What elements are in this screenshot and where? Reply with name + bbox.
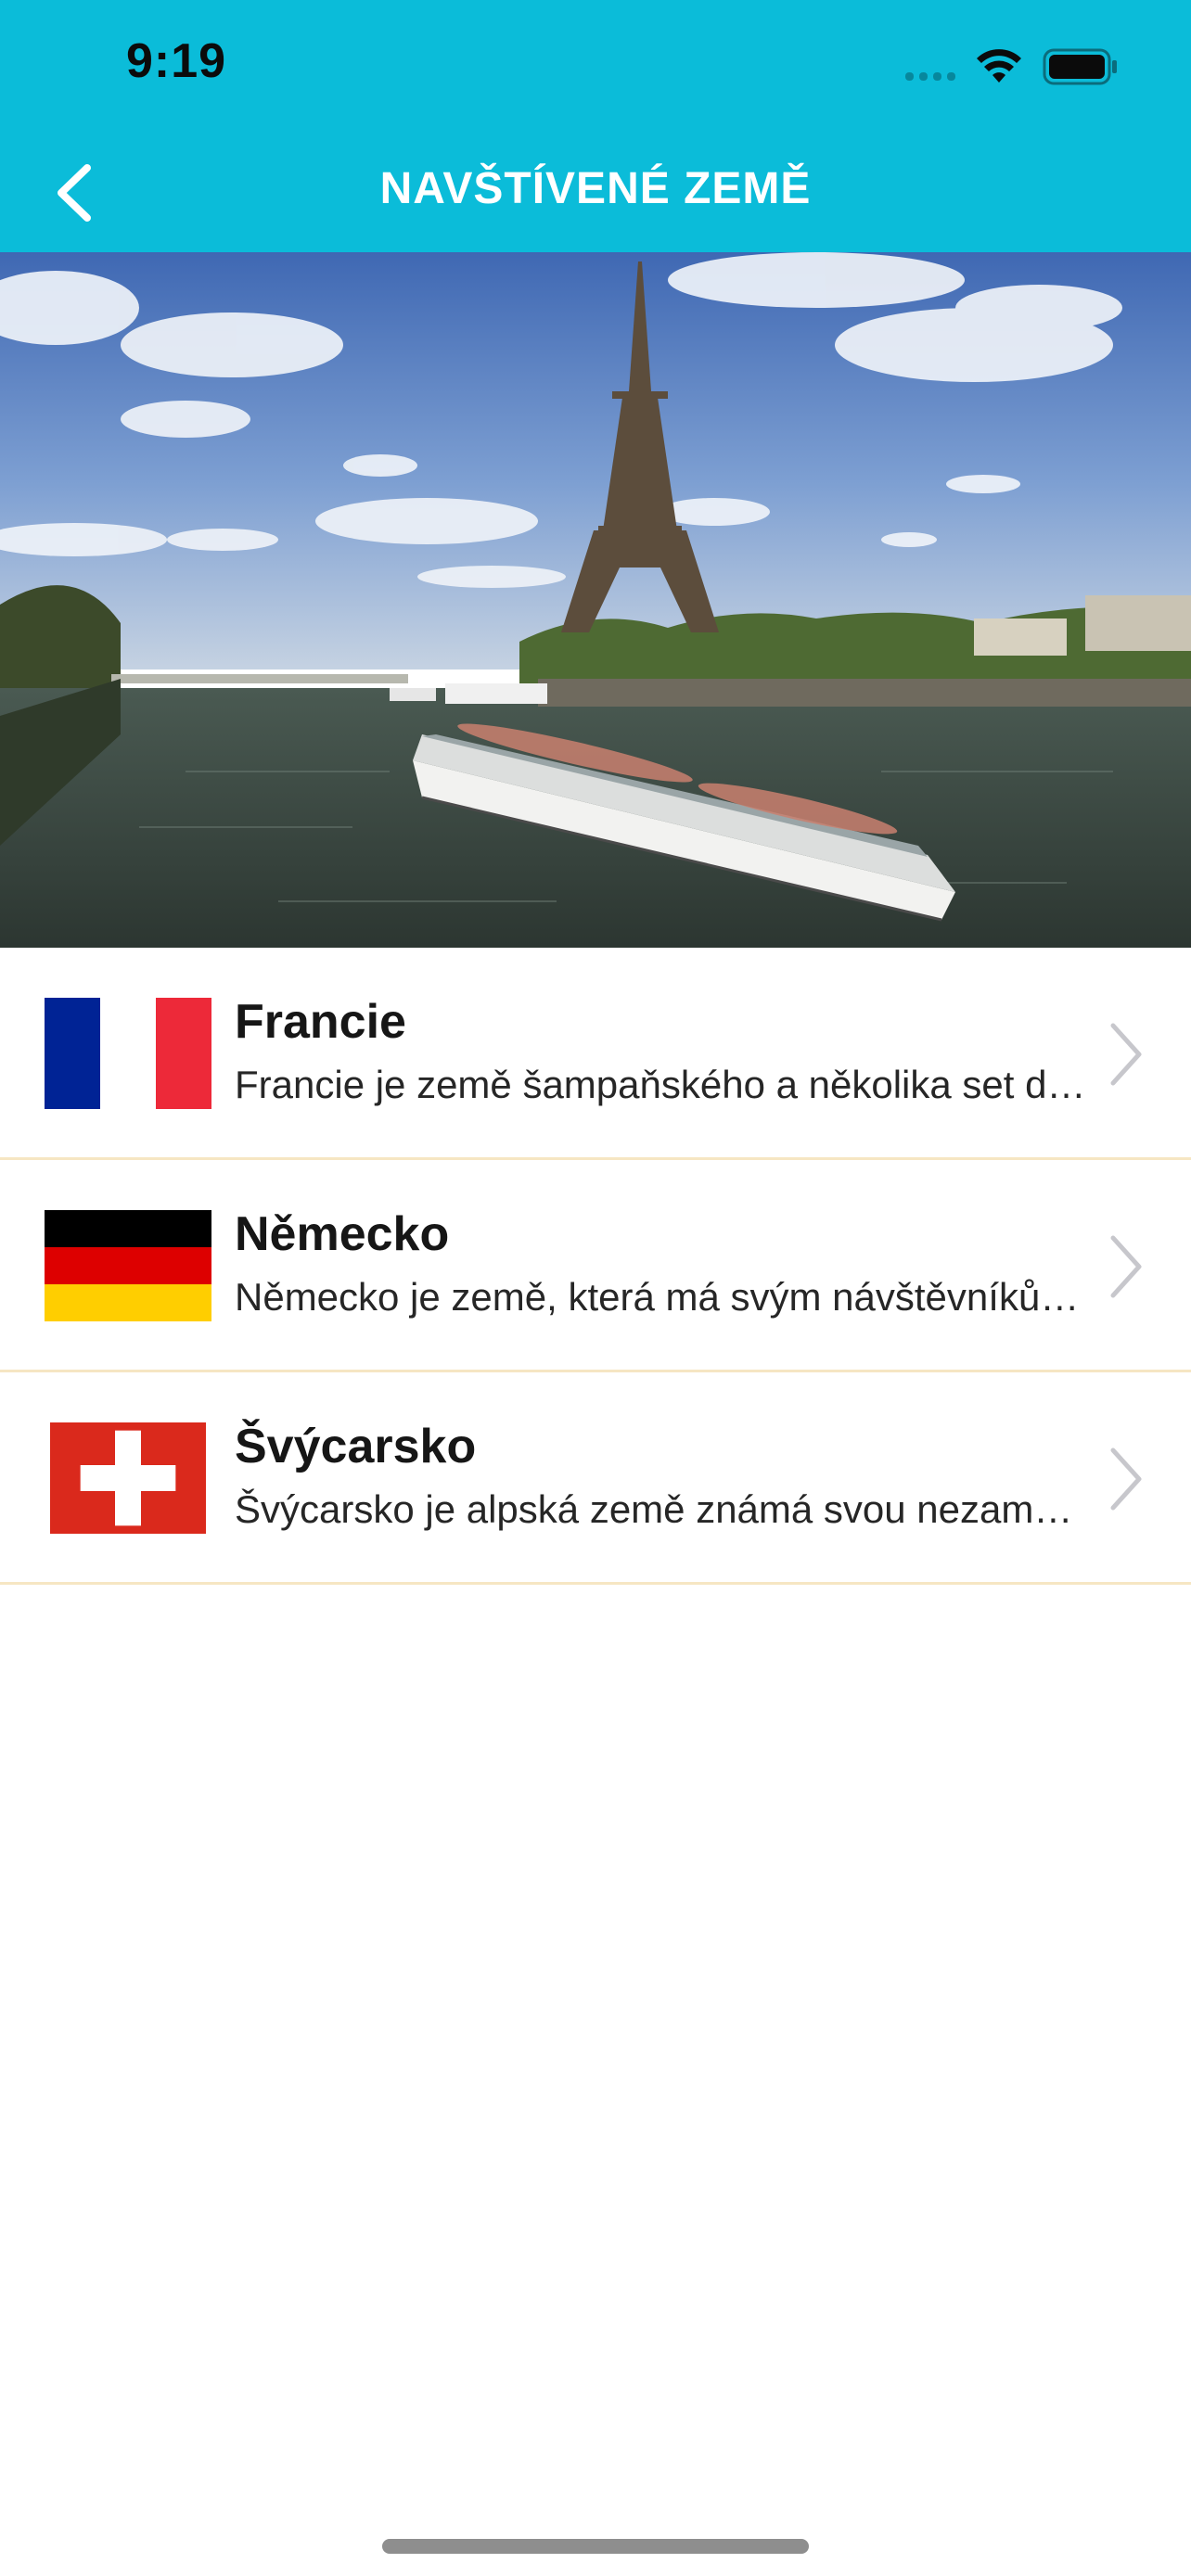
status-icons — [905, 46, 1119, 87]
battery-icon — [1043, 48, 1117, 85]
chevron-right-icon — [1110, 1023, 1142, 1086]
home-indicator[interactable] — [382, 2539, 809, 2554]
france-flag-icon — [45, 998, 211, 1109]
country-name: Francie — [235, 995, 406, 1049]
screen: 9:19 NAVŠTÍVENÉ ZEMĚ Francie Francie je … — [0, 0, 1191, 2576]
country-name: Švýcarsko — [235, 1420, 477, 1473]
status-time: 9:19 — [126, 34, 227, 88]
hero-image — [0, 252, 1191, 948]
cellular-signal-icon — [905, 53, 955, 81]
country-name: Německo — [235, 1207, 450, 1261]
country-description: Švýcarsko je alpská země známá svou neza… — [235, 1487, 1088, 1531]
country-description: Německo je země, která má svým návštěvní… — [235, 1275, 1088, 1319]
chevron-right-icon — [1110, 1447, 1142, 1511]
country-list: Francie Francie je země šampaňského a ně… — [0, 948, 1191, 1585]
page-title: NAVŠTÍVENÉ ZEMĚ — [379, 164, 812, 213]
germany-flag-icon — [45, 1210, 211, 1321]
list-item-france[interactable]: Francie Francie je země šampaňského a ně… — [0, 948, 1191, 1160]
header: 9:19 NAVŠTÍVENÉ ZEMĚ — [0, 0, 1191, 252]
eiffel-tower-photo — [0, 252, 1191, 948]
list-item-switzerland[interactable]: Švýcarsko Švýcarsko je alpská země známá… — [0, 1372, 1191, 1585]
wifi-icon — [977, 49, 1021, 83]
country-description: Francie je země šampaňského a několika s… — [235, 1063, 1088, 1106]
list-item-germany[interactable]: Německo Německo je země, která má svým n… — [0, 1160, 1191, 1372]
switzerland-flag-icon — [45, 1422, 211, 1534]
chevron-right-icon — [1110, 1235, 1142, 1298]
